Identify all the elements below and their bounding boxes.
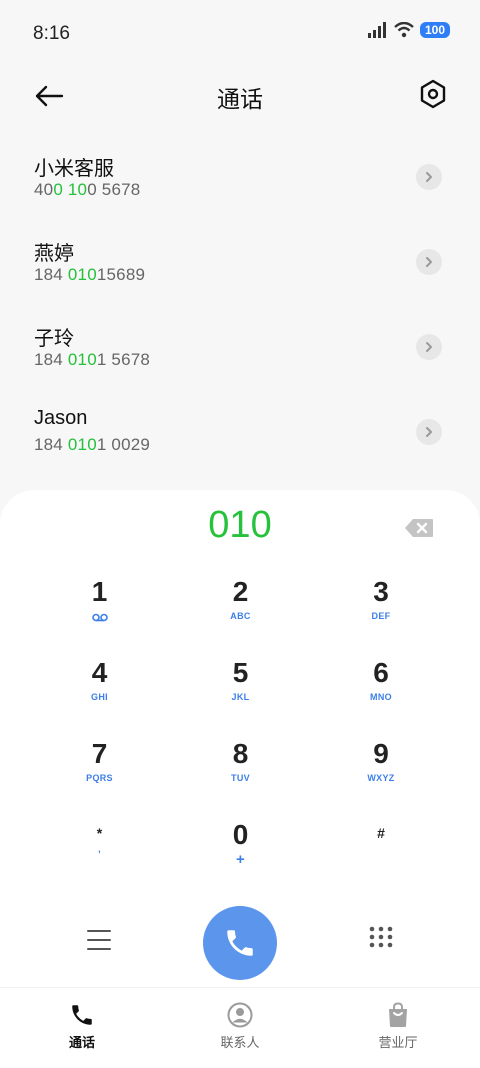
status-time: 8:16 <box>33 23 70 44</box>
contact-item[interactable]: 小米客服 400 100 5678 <box>0 140 480 225</box>
chevron-right-icon <box>426 427 432 437</box>
contact-number: 400 100 5678 <box>34 180 141 199</box>
tab-label: 通话 <box>68 1035 95 1050</box>
signal-icon <box>367 22 386 38</box>
page-title: 通话 <box>217 86 263 112</box>
key-1[interactable]: 1 <box>29 576 170 657</box>
key-hash[interactable]: # <box>311 819 451 900</box>
contact-item[interactable]: 燕婷 184 01015689 <box>0 225 480 310</box>
contact-list: 小米客服 400 100 5678 燕婷 184 01015689 子玲 184… <box>0 140 480 480</box>
contact-number: 184 01015689 <box>34 265 146 284</box>
tab-store[interactable]: 营业厅 <box>348 1002 448 1051</box>
contact-name: Jason <box>34 407 88 429</box>
contact-name: 小米客服 <box>34 158 114 180</box>
keypad-icon[interactable] <box>369 926 393 952</box>
settings-icon[interactable] <box>419 78 447 110</box>
contact-detail-button[interactable] <box>416 164 442 190</box>
dialpad-panel: 010 1 2 ABC 3 DEF 4 GHI 5 JKL 6 MNO 7 PQ… <box>0 490 480 1067</box>
key-8[interactable]: 8 TUV <box>170 738 311 819</box>
key-9[interactable]: 9 WXYZ <box>311 738 451 819</box>
contact-icon <box>227 1002 253 1028</box>
call-button[interactable] <box>203 906 277 980</box>
call-actions <box>0 906 480 980</box>
key-0[interactable]: 0 + <box>170 819 311 900</box>
contact-detail-button[interactable] <box>416 249 442 275</box>
header: 通话 <box>0 68 480 124</box>
contact-item[interactable]: 子玲 184 0101 5678 <box>0 310 480 395</box>
contact-name: 子玲 <box>34 328 74 350</box>
key-6[interactable]: 6 MNO <box>311 657 451 738</box>
tab-contacts[interactable]: 联系人 <box>190 1002 290 1051</box>
key-7[interactable]: 7 PQRS <box>29 738 170 819</box>
contact-number: 184 0101 0029 <box>34 435 151 454</box>
key-2[interactable]: 2 ABC <box>170 576 311 657</box>
contact-number: 184 0101 5678 <box>34 350 151 369</box>
tab-calls[interactable]: 通话 <box>32 1002 132 1051</box>
dialpad-keys: 1 2 ABC 3 DEF 4 GHI 5 JKL 6 MNO 7 PQRS 8… <box>29 576 451 900</box>
battery-indicator: 100 <box>419 22 450 38</box>
contact-name: 燕婷 <box>34 243 74 265</box>
key-5[interactable]: 5 JKL <box>170 657 311 738</box>
bottom-tab-bar: 通话 联系人 营业厅 <box>0 987 480 1068</box>
chevron-right-icon <box>426 257 432 267</box>
voicemail-icon <box>91 613 108 622</box>
bag-icon <box>389 1002 407 1027</box>
wifi-icon <box>394 22 414 38</box>
status-icons: 100 <box>367 22 450 38</box>
chevron-right-icon <box>426 172 432 182</box>
contact-detail-button[interactable] <box>416 334 442 360</box>
status-bar: 8:16 100 <box>0 0 480 68</box>
menu-icon[interactable] <box>87 929 111 951</box>
phone-icon <box>227 930 253 956</box>
chevron-right-icon <box>426 342 432 352</box>
tab-label: 营业厅 <box>378 1035 418 1050</box>
key-4[interactable]: 4 GHI <box>29 657 170 738</box>
key-3[interactable]: 3 DEF <box>311 576 451 657</box>
key-star[interactable]: * , <box>29 819 170 900</box>
contact-item[interactable]: Jason 184 0101 0029 <box>0 395 480 480</box>
tab-label: 联系人 <box>220 1035 260 1050</box>
phone-icon <box>72 1005 92 1025</box>
backspace-icon[interactable] <box>404 518 434 538</box>
contact-detail-button[interactable] <box>416 419 442 445</box>
